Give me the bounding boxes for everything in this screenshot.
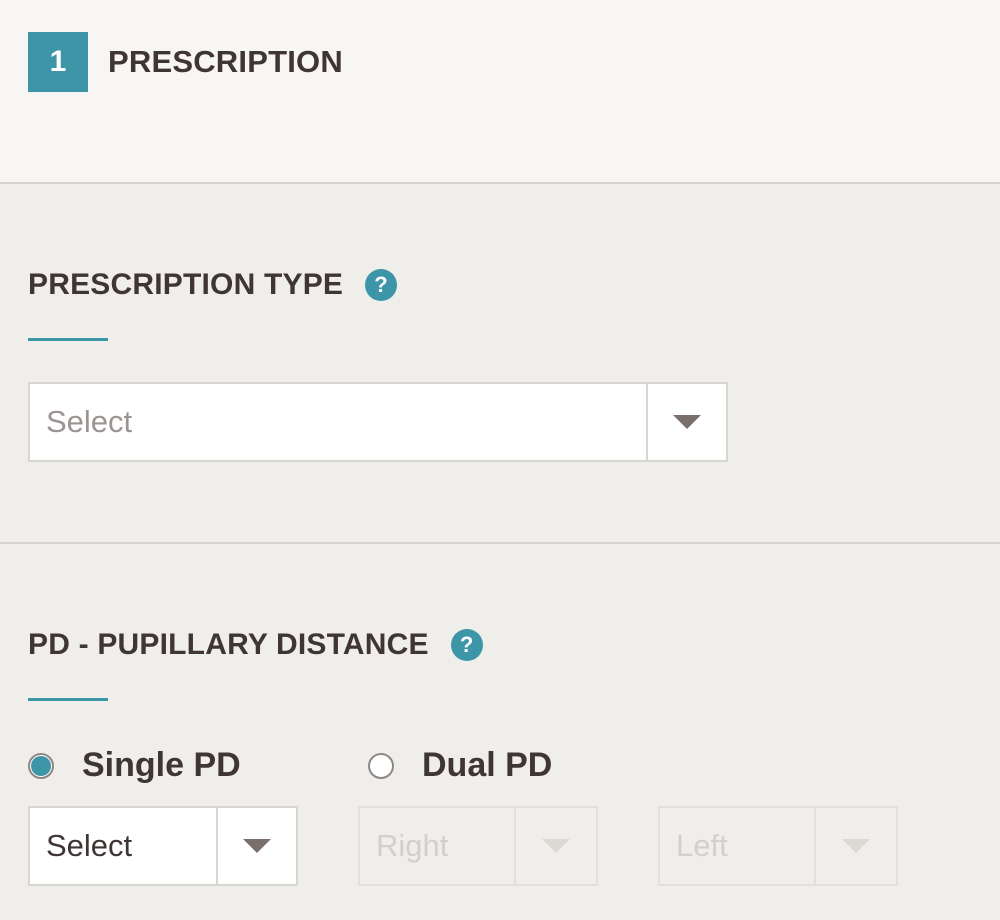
- prescription-type-select[interactable]: Select: [28, 382, 728, 462]
- single-pd-label[interactable]: Single PD: [82, 746, 241, 785]
- step-title: PRESCRIPTION: [108, 44, 343, 79]
- step-number-badge: 1: [28, 32, 88, 92]
- dropdown-toggle: [514, 808, 596, 884]
- dual-pd-left-value: Left: [676, 828, 728, 863]
- dual-pd-right-select: Right: [358, 806, 598, 886]
- single-pd-select[interactable]: Select: [28, 806, 298, 886]
- dropdown-toggle: [814, 808, 896, 884]
- prescription-type-heading: PRESCRIPTION TYPE ?: [28, 268, 398, 302]
- question-circle-icon[interactable]: ?: [450, 629, 483, 661]
- caret-down-icon: [673, 415, 701, 429]
- section-divider: [0, 542, 1000, 544]
- dropdown-toggle[interactable]: [646, 384, 726, 460]
- pd-title: PD - PUPILLARY DISTANCE: [28, 628, 429, 661]
- dropdown-toggle[interactable]: [216, 808, 296, 884]
- caret-down-icon: [243, 839, 271, 853]
- caret-down-icon: [542, 839, 570, 853]
- section-underline: [28, 698, 108, 701]
- section-underline: [28, 338, 108, 341]
- prescription-type-title: PRESCRIPTION TYPE: [28, 268, 344, 301]
- dual-pd-label[interactable]: Dual PD: [422, 746, 552, 785]
- dual-pd-right-value: Right: [376, 828, 449, 863]
- single-pd-radio[interactable]: [28, 752, 54, 779]
- radio-selected-dot: [31, 755, 51, 776]
- pd-heading: PD - PUPILLARY DISTANCE ?: [28, 628, 483, 662]
- dual-pd-left-select: Left: [658, 806, 898, 886]
- single-pd-select-value: Select: [46, 828, 133, 863]
- step-header: 1 PRESCRIPTION: [0, 0, 1000, 184]
- dual-pd-radio[interactable]: [368, 752, 394, 779]
- dual-pd-radio-option[interactable]: Dual PD: [368, 746, 552, 785]
- caret-down-icon: [842, 839, 870, 853]
- question-circle-icon[interactable]: ?: [365, 269, 398, 301]
- prescription-type-select-value: Select: [46, 404, 133, 439]
- single-pd-radio-option[interactable]: Single PD: [28, 746, 241, 785]
